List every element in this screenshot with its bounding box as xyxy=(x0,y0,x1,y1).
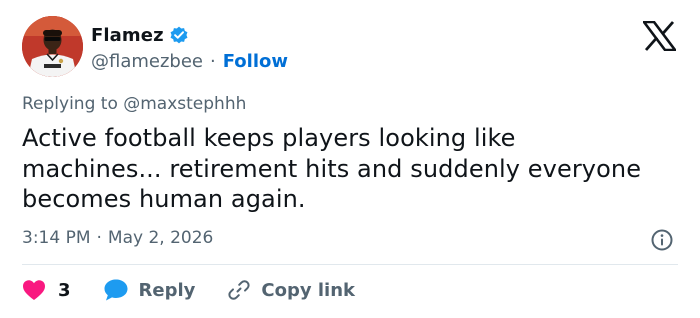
reply-button[interactable]: Reply xyxy=(103,278,196,302)
tweet-text: Active football keeps players looking li… xyxy=(22,124,642,213)
tweet-embed: Flamez @flamezbee · Follow Replying to @… xyxy=(0,0,700,318)
divider xyxy=(22,264,678,265)
tweet-timestamp[interactable]: 3:14 PM · May 2, 2026 xyxy=(22,228,213,248)
author-display-name[interactable]: Flamez xyxy=(91,25,164,46)
reply-label: Reply xyxy=(138,279,196,301)
info-icon[interactable] xyxy=(650,228,674,252)
separator-dot: · xyxy=(210,50,216,72)
tweet-date: May 2, 2026 xyxy=(107,228,214,248)
separator-dot: · xyxy=(96,228,102,248)
like-button[interactable]: 3 xyxy=(22,279,71,301)
verified-badge-icon xyxy=(169,25,189,45)
heart-icon xyxy=(22,279,46,301)
author-name-row: Flamez xyxy=(91,22,189,48)
avatar[interactable] xyxy=(22,16,83,77)
author-handle[interactable]: @flamezbee xyxy=(91,51,203,72)
x-logo-icon[interactable] xyxy=(641,20,678,52)
reply-context[interactable]: Replying to @maxstephhh xyxy=(22,94,246,114)
action-bar: 3 Reply Copy link xyxy=(22,276,355,304)
copy-link-button[interactable]: Copy link xyxy=(227,278,355,302)
follow-button[interactable]: Follow xyxy=(223,51,288,72)
author-handle-row: @flamezbee · Follow xyxy=(91,49,288,73)
copy-link-label: Copy link xyxy=(261,279,355,301)
tweet-time: 3:14 PM xyxy=(22,228,91,248)
link-icon xyxy=(227,278,251,302)
like-count: 3 xyxy=(58,279,71,301)
avatar-image xyxy=(22,16,83,77)
reply-bubble-icon xyxy=(103,278,129,302)
